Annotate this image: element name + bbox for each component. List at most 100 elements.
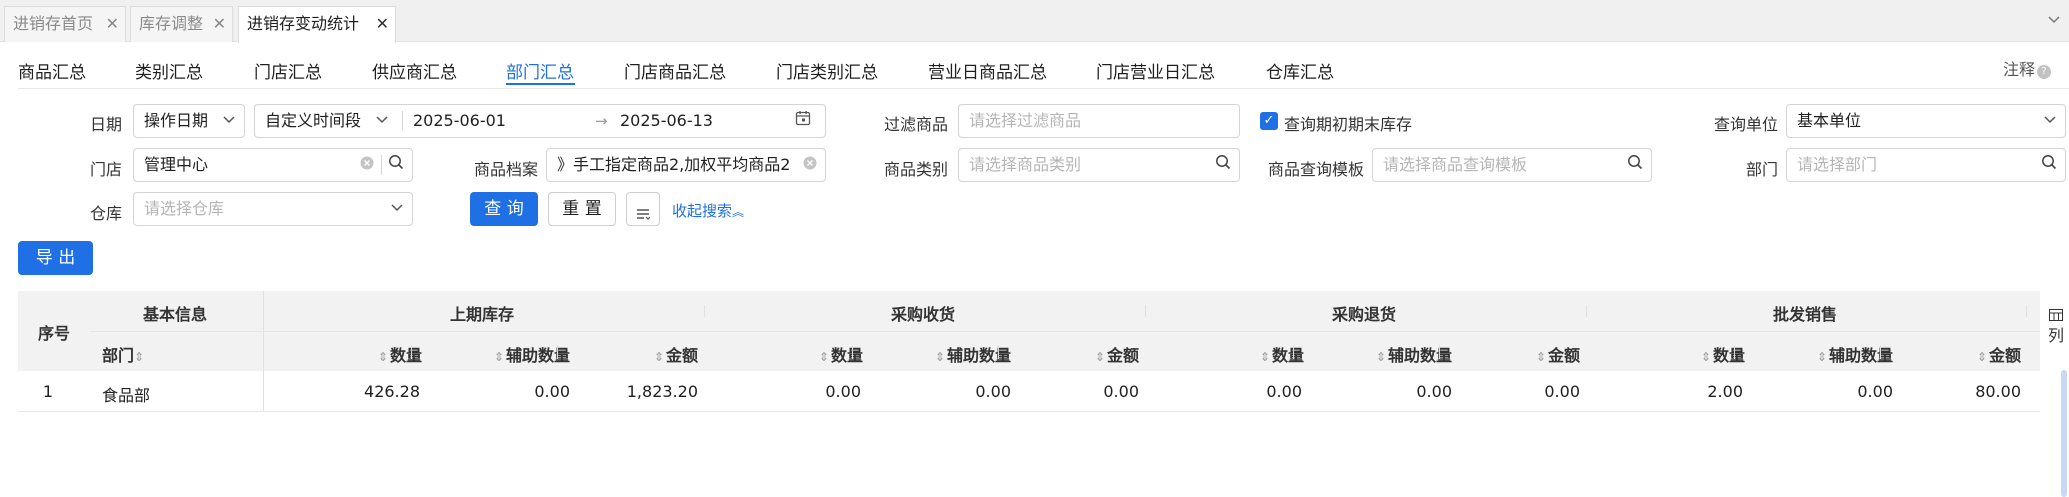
cell-value: 1,823.20 [626,382,698,401]
unit-label: 查询单位 [1713,115,1778,134]
date-end-input[interactable]: 2025-06-13 [620,105,713,137]
note-label: 注释 [2002,60,2035,79]
filter-goods-input[interactable]: 请选择过滤商品 [958,104,1240,138]
date-range-picker[interactable]: 自定义时间段 2025-06-01 → 2025-06-13 [254,104,826,138]
subnav-store-summary[interactable]: 门店汇总 [254,58,322,83]
query-stock-checkbox[interactable]: ✓ [1260,112,1278,130]
chevron-down-icon [375,105,389,137]
sort-icon[interactable]: ⇕ [134,350,144,364]
warehouse-select[interactable]: 请选择仓库 [133,192,413,226]
col-aux-qty[interactable]: ⇕ 辅助数量 [899,342,1011,366]
subnav-supplier-summary[interactable]: 供应商汇总 [372,58,457,83]
sort-icon[interactable]: ⇕ [494,350,504,364]
department-input[interactable]: 请选择部门 [1786,148,2066,182]
column-filter-button[interactable] [626,192,660,226]
date-range-type[interactable]: 自定义时间段 [265,105,361,137]
sort-icon[interactable]: ⇕ [1817,350,1827,364]
date-start-input[interactable]: 2025-06-01 [413,105,506,137]
tab-inventory-home[interactable]: 进销存首页 ✕ [4,6,126,42]
col-amount[interactable]: ⇕ 金额 [1506,342,1580,366]
scrollbar[interactable] [2061,370,2067,497]
divider [1734,345,1735,359]
divider [18,88,2069,89]
group-header-purchase-receipt: 采购收货 [891,305,956,324]
reset-button[interactable]: 重 置 [548,192,616,226]
clear-icon[interactable] [803,149,817,181]
clear-icon[interactable] [360,149,374,181]
subnav-store-goods-summary[interactable]: 门店商品汇总 [624,58,726,83]
sort-icon[interactable]: ⇕ [654,350,664,364]
chevron-down-icon [2043,105,2057,137]
search-icon[interactable] [388,149,404,181]
subnav-store-business-day-summary[interactable]: 门店营业日汇总 [1096,58,1215,83]
col-aux-qty[interactable]: ⇕ 辅助数量 [1781,342,1893,366]
col-aux-qty[interactable]: ⇕ 辅助数量 [1340,342,1452,366]
col-label: 辅助数量 [946,346,1011,365]
column-settings-button[interactable]: 列 [2046,306,2066,346]
close-icon[interactable]: ✕ [106,7,119,41]
template-label: 商品查询模板 [1267,160,1364,179]
date-type-select[interactable]: 操作日期 [133,104,245,138]
search-icon[interactable] [1215,149,1231,181]
tab-stock-adjust[interactable]: 库存调整 ✕ [130,6,233,42]
search-icon[interactable] [1627,149,1643,181]
subnav-warehouse-summary[interactable]: 仓库汇总 [1266,58,1334,83]
collapse-search-label: 收起搜索 [672,202,733,220]
sort-icon[interactable]: ⇕ [1260,350,1270,364]
subnav-goods-summary[interactable]: 商品汇总 [18,58,86,83]
dept-header[interactable]: 部门⇕ [102,342,146,366]
sort-icon[interactable]: ⇕ [1977,350,1987,364]
dept-header-label: 部门 [102,346,135,365]
note-link[interactable]: 注释? [2003,56,2051,80]
goods-category-placeholder: 请选择商品类别 [969,155,1082,174]
search-icon[interactable] [2041,149,2057,181]
chevron-down-icon[interactable] [2047,12,2065,30]
sort-icon[interactable]: ⇕ [819,350,829,364]
tab-label: 进销存变动统计 [247,14,360,33]
col-amount[interactable]: ⇕ 金额 [624,342,698,366]
sort-icon[interactable]: ⇕ [1376,350,1386,364]
divider [704,305,705,317]
col-label: 金额 [665,346,698,365]
sort-icon[interactable]: ⇕ [1536,350,1546,364]
chevron-down-icon [390,193,404,225]
tab-stock-change-stats[interactable]: 进销存变动统计 ✕ [238,6,396,43]
tab-strip: 进销存首页 ✕ 库存调整 ✕ 进销存变动统计 ✕ [0,0,2069,43]
subnav-department-summary[interactable]: 部门汇总 [506,58,574,83]
close-icon[interactable]: ✕ [376,7,389,41]
calendar-icon[interactable] [795,105,811,137]
column-settings-label: 列 [2047,326,2064,345]
cell-value: 2.00 [1707,382,1743,401]
store-input[interactable]: 管理中心 [133,148,413,182]
subnav-store-category-summary[interactable]: 门店类别汇总 [776,58,878,83]
chevron-down-icon [222,105,236,137]
goods-file-input[interactable]: 》手工指定商品2,加权平均商品2 [546,148,826,182]
template-input[interactable]: 请选择商品查询模板 [1372,148,1652,182]
subnav-category-summary[interactable]: 类别汇总 [135,58,203,83]
store-value: 管理中心 [144,155,209,174]
sort-icon[interactable]: ⇕ [935,350,945,364]
divider [381,155,382,175]
question-icon: ? [2037,65,2051,79]
divider [1293,345,1294,359]
goods-category-input[interactable]: 请选择商品类别 [958,148,1240,182]
subnav-business-day-goods-summary[interactable]: 营业日商品汇总 [928,58,1047,83]
unit-select[interactable]: 基本单位 [1786,104,2066,138]
col-amount[interactable]: ⇕ 金额 [1065,342,1139,366]
filter-goods-placeholder: 请选择过滤商品 [969,111,1082,130]
col-aux-qty[interactable]: ⇕ 辅助数量 [458,342,570,366]
date-label: 日期 [89,115,122,134]
close-icon[interactable]: ✕ [213,7,226,41]
divider [402,111,403,131]
export-button[interactable]: 导 出 [18,241,93,275]
basic-info-group-header: 基本信息 [143,305,208,324]
sort-icon[interactable]: ⇕ [1701,350,1711,364]
query-button[interactable]: 查 询 [470,192,538,226]
col-amount[interactable]: ⇕ 金额 [1947,342,2021,366]
warehouse-placeholder: 请选择仓库 [144,199,225,218]
sort-icon[interactable]: ⇕ [378,350,388,364]
sort-icon[interactable]: ⇕ [1095,350,1105,364]
filter-goods-label: 过滤商品 [883,115,948,134]
collapse-search-link[interactable]: 收起搜索︽ [672,200,744,221]
template-placeholder: 请选择商品查询模板 [1383,155,1528,174]
